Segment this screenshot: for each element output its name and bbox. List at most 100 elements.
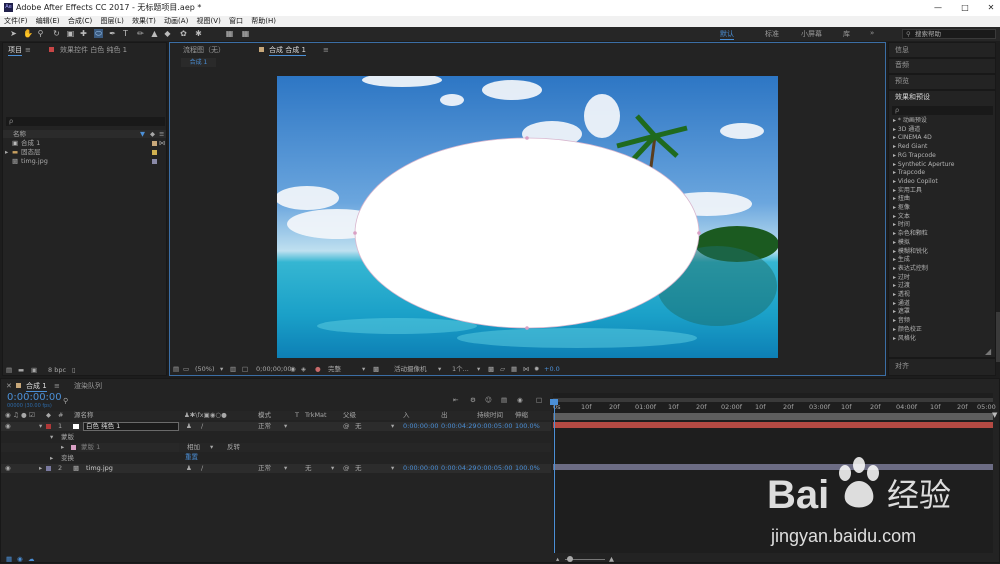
expand-arrow-icon[interactable]: ▸	[61, 443, 64, 451]
effect-category[interactable]: ▸ 过时	[893, 274, 910, 282]
chevron-down-icon[interactable]: ▾	[477, 365, 480, 373]
effect-category[interactable]: ▸ 扭曲	[893, 195, 910, 203]
modes-toggle-icon[interactable]: ◉	[17, 555, 23, 563]
parent-pickwhip-icon[interactable]: @	[343, 422, 350, 430]
in-out-toggle-icon[interactable]: ☁	[28, 555, 35, 563]
toggle-pixel-icon[interactable]: ▩	[488, 365, 494, 373]
layer-out-time[interactable]: 0:00:04:29	[441, 464, 477, 472]
chevron-down-icon[interactable]: ▾	[391, 422, 394, 430]
tab-render-queue[interactable]: 渲染队列	[74, 380, 102, 392]
transform-row[interactable]: ▸ 变换	[1, 454, 181, 463]
list-item[interactable]: ▣ 合成 1 ⋈	[3, 139, 166, 148]
effect-category[interactable]: ▸ RG Trapcode	[893, 152, 936, 160]
chevron-down-icon[interactable]: ▾	[284, 464, 287, 472]
workspace-library[interactable]: 库	[843, 29, 850, 39]
project-search-input[interactable]: ρ	[6, 117, 165, 126]
col-out[interactable]: 出	[441, 411, 448, 419]
flowchart-icon[interactable]: ⋈	[523, 365, 530, 373]
effect-category[interactable]: ▸ 文本	[893, 213, 910, 221]
camera-tool-icon[interactable]: ▣	[66, 29, 75, 38]
pen-tool-icon[interactable]: ✒	[108, 29, 117, 38]
col-parent[interactable]: 父级	[343, 411, 356, 419]
work-area-bar[interactable]	[553, 398, 993, 402]
tab-flowchart[interactable]: 流程图（无）	[183, 44, 225, 56]
shy-switch-icon[interactable]: ♟	[186, 464, 192, 472]
col-mode[interactable]: 模式	[258, 411, 271, 419]
col-t[interactable]: T	[295, 411, 299, 419]
layer-parent[interactable]: 无	[355, 422, 362, 430]
col-in[interactable]: 入	[403, 411, 410, 419]
time-navigator-end-icon[interactable]: ▼	[992, 411, 997, 419]
layer-switches-toggle-icon[interactable]: ▦	[6, 555, 12, 563]
effect-category[interactable]: ▸ 模拟	[893, 239, 910, 247]
effect-category[interactable]: ▸ 抠像	[893, 204, 910, 212]
help-search-input[interactable]: ⚲ 搜索帮助	[902, 29, 996, 39]
expand-arrow-icon[interactable]: ▾	[50, 433, 53, 441]
disclosure-arrow-icon[interactable]: ▸	[5, 148, 8, 156]
views-dropdown[interactable]: 1个...	[452, 365, 469, 373]
effect-category[interactable]: ▸ 3D 通道	[893, 126, 920, 134]
mask-row[interactable]: ▸ 蒙版 1 相加 ▾ 反转	[1, 443, 551, 452]
effect-category[interactable]: ▸ 颜色校正	[893, 326, 922, 334]
ellipse-mask-tool-icon[interactable]: ⬭	[94, 29, 103, 38]
menu-file[interactable]: 文件(F)	[4, 16, 28, 27]
type-tool-icon[interactable]: T	[121, 29, 130, 38]
draft-3d-icon[interactable]: ⚙	[470, 396, 476, 404]
layer-mode[interactable]: 正常	[258, 422, 271, 430]
quality-switch-icon[interactable]: /	[201, 422, 203, 430]
viewer-sub-tab[interactable]: 合成 1	[181, 58, 216, 67]
align-panel-header[interactable]: 对齐	[895, 360, 909, 372]
clone-stamp-tool-icon[interactable]: ▲	[150, 29, 159, 38]
zoom-tool-icon[interactable]: ⚲	[36, 29, 45, 38]
resolution-icon[interactable]: ▥	[230, 365, 236, 373]
expand-arrow-icon[interactable]: ▸	[50, 454, 53, 462]
snapshot-icon[interactable]: ◉	[290, 365, 296, 373]
layer-duration[interactable]: 0:00:05:00	[477, 422, 513, 430]
trash-icon[interactable]: ▯	[72, 366, 76, 374]
mask-reset-link[interactable]: 重置	[185, 453, 198, 461]
layer-duration[interactable]: 0:00:05:00	[477, 464, 513, 472]
monitor-icon[interactable]: ▭	[183, 365, 189, 373]
layer-label-color[interactable]	[46, 424, 51, 429]
new-folder-icon[interactable]: ▬	[18, 366, 24, 374]
show-snapshot-icon[interactable]: ◈	[301, 365, 306, 373]
motion-blur-icon[interactable]: ◉	[517, 396, 523, 404]
visibility-eye-icon[interactable]: ◉	[5, 422, 11, 430]
effect-category[interactable]: ▸ Trapcode	[893, 169, 925, 177]
layer-mode[interactable]: 正常	[258, 464, 271, 472]
col-trkmat[interactable]: TrkMat	[305, 411, 327, 419]
comp-mini-flow-icon[interactable]: ⇤	[453, 396, 458, 404]
timeline-icon[interactable]: ▦	[511, 365, 517, 373]
menu-window[interactable]: 窗口	[229, 16, 243, 27]
expand-arrow-icon[interactable]: ▾	[39, 422, 42, 430]
menu-help[interactable]: 帮助(H)	[251, 16, 276, 27]
effect-category[interactable]: ▸ 透视	[893, 291, 910, 299]
menu-edit[interactable]: 编辑(E)	[36, 16, 60, 27]
effect-category[interactable]: ▸ CINEMA 4D	[893, 134, 932, 142]
chevron-down-icon[interactable]: ▾	[331, 464, 334, 472]
layer-name[interactable]: timg.jpg	[86, 464, 113, 472]
graph-editor-icon[interactable]: □	[536, 396, 542, 404]
brush-tool-icon[interactable]: ✏	[136, 29, 145, 38]
layer-out-time[interactable]: 0:00:04:29	[441, 422, 477, 430]
tab-timeline-comp[interactable]: 合成 1	[26, 380, 47, 392]
menu-layer[interactable]: 图层(L)	[100, 16, 123, 27]
tab-menu-icon[interactable]: ≡	[25, 44, 31, 56]
chevron-down-icon[interactable]: ▾	[210, 443, 213, 451]
timeline-close-icon[interactable]: ✕	[6, 380, 12, 392]
composition-canvas[interactable]	[277, 76, 778, 358]
quality-switch-icon[interactable]: /	[201, 464, 203, 472]
layer-1-duration-bar[interactable]	[553, 422, 993, 428]
preview-panel-header[interactable]: 预览	[895, 75, 909, 87]
layer-stretch[interactable]: 100.0%	[515, 464, 540, 472]
tab-project[interactable]: 项目	[8, 44, 22, 56]
effect-category[interactable]: ▸ 音频	[893, 317, 910, 325]
table-row[interactable]: ◉ ▾ 1 白色 纯色 1 ♟ / 正常 ▾ @ 无 ▾ 0:00:00:00 …	[1, 422, 551, 431]
right-scrollbar[interactable]	[996, 312, 1000, 362]
effect-category[interactable]: ▸ 通道	[893, 300, 910, 308]
bpc-toggle[interactable]: 8 bpc	[48, 366, 66, 374]
menu-effect[interactable]: 效果(T)	[132, 16, 156, 27]
minimize-button[interactable]: —	[932, 2, 944, 13]
camera-dropdown[interactable]: 活动摄像机	[394, 365, 427, 373]
effect-category[interactable]: ▸ 风格化	[893, 335, 916, 343]
